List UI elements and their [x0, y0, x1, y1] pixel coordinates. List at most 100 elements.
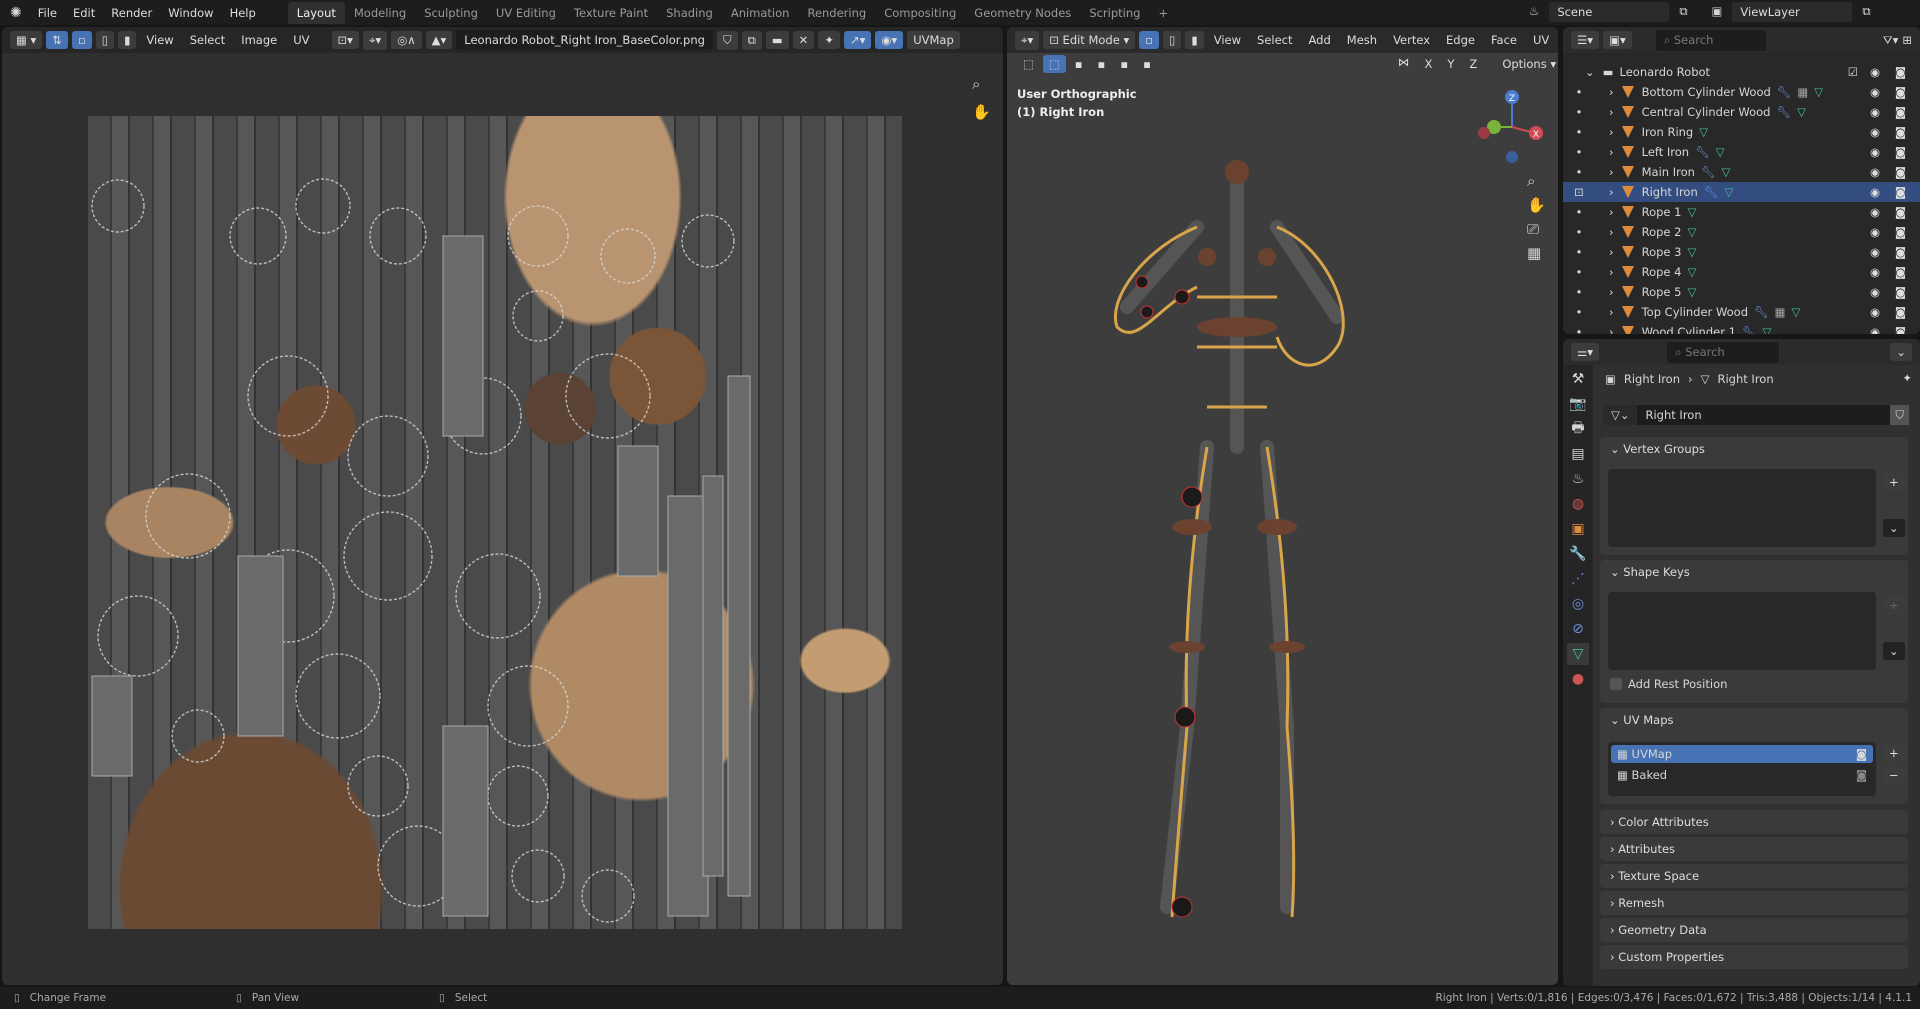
outliner-item[interactable]: • › Rope 4 ▽ ◉ ◙: [1563, 262, 1920, 282]
uv-map-item-uvmap[interactable]: ▦ UVMap ◙: [1611, 745, 1873, 763]
outliner-item[interactable]: • › Rope 1 ▽ ◉ ◙: [1563, 202, 1920, 222]
camera-view-icon[interactable]: ⎚: [1527, 220, 1546, 238]
mirror-x[interactable]: X: [1418, 55, 1439, 73]
scene-field[interactable]: Scene: [1549, 2, 1670, 22]
menu-help[interactable]: Help: [222, 6, 264, 20]
expand-chevron-icon[interactable]: ›: [1609, 325, 1614, 334]
render-camera-icon[interactable]: ◙: [1895, 305, 1906, 319]
visibility-eye-icon[interactable]: ◉: [1870, 185, 1880, 199]
fake-user-icon[interactable]: ⛉: [716, 30, 738, 50]
outliner-item[interactable]: • › Iron Ring ▽ ◉ ◙: [1563, 122, 1920, 142]
expand-chevron-icon[interactable]: ⌄: [1585, 65, 1595, 79]
view-layer-field[interactable]: ViewLayer: [1732, 2, 1853, 22]
panel-header[interactable]: › Remesh: [1600, 891, 1908, 915]
gizmo-z[interactable]: Z: [1509, 94, 1515, 104]
outliner-item-name[interactable]: Wood Cylinder 1: [1642, 325, 1736, 334]
tab-scripting[interactable]: Scripting: [1080, 2, 1149, 24]
properties-options-dropdown[interactable]: ⌄: [1890, 343, 1912, 361]
collapsed-panel-texture-space[interactable]: › Texture Space: [1600, 864, 1908, 888]
modifier-wrench-icon[interactable]: 🔧︎: [1777, 85, 1792, 99]
new-scene-icon[interactable]: ⧉: [1675, 2, 1691, 22]
outliner-item[interactable]: • › Left Iron 🔧︎ ▽ ◉ ◙: [1563, 142, 1920, 162]
mesh-data-icon[interactable]: ▽: [1687, 225, 1696, 239]
render-camera-icon[interactable]: ◙: [1895, 165, 1906, 179]
new-image-icon[interactable]: ⧉: [741, 30, 762, 50]
edge-mode-icon[interactable]: ▯: [1163, 31, 1182, 49]
new-view-layer-icon[interactable]: ⧉: [1858, 2, 1874, 22]
render-camera-icon[interactable]: ◙: [1895, 185, 1906, 199]
dot-icon[interactable]: •: [1569, 105, 1589, 119]
dot-icon[interactable]: •: [1569, 285, 1589, 299]
outliner-item[interactable]: • › Rope 2 ▽ ◉ ◙: [1563, 222, 1920, 242]
dot-icon[interactable]: •: [1569, 305, 1589, 319]
menu-window[interactable]: Window: [160, 6, 221, 20]
outliner-item-name[interactable]: Top Cylinder Wood: [1642, 305, 1748, 319]
menu-file[interactable]: File: [30, 6, 65, 20]
modifier-wrench-icon[interactable]: 🔧︎: [1742, 325, 1757, 334]
dot-icon[interactable]: •: [1569, 245, 1589, 259]
tab-sculpting[interactable]: Sculpting: [415, 2, 487, 24]
outliner-item[interactable]: • › Bottom Cylinder Wood 🔧︎ ▦ ▽ ◉ ◙: [1563, 82, 1920, 102]
output-tab-icon[interactable]: 🖶: [1567, 418, 1589, 440]
mesh-name[interactable]: Right Iron: [1637, 408, 1701, 422]
mesh-datablock-field[interactable]: ▽⌄ Right Iron ⛉: [1603, 405, 1909, 425]
mesh-data-tab-icon[interactable]: ▽: [1567, 643, 1589, 665]
visibility-eye-icon[interactable]: ◉: [1870, 265, 1880, 279]
render-tab-icon[interactable]: 📷: [1567, 393, 1589, 415]
outliner-item[interactable]: • › Wood Cylinder 1 🔧︎ ▽ ◉ ◙: [1563, 322, 1920, 334]
navigation-gizmo[interactable]: Z X: [1472, 87, 1552, 167]
particles-tab-icon[interactable]: ⋰: [1567, 568, 1589, 590]
outliner-item-name[interactable]: Right Iron: [1642, 185, 1698, 199]
collapsed-panel-remesh[interactable]: › Remesh: [1600, 891, 1908, 915]
properties-search[interactable]: ⌕ Search: [1667, 341, 1780, 363]
overlay-icon[interactable]: ◉▾: [875, 31, 904, 49]
editor-type-icon[interactable]: ▦ ▾: [10, 31, 43, 49]
render-camera-icon[interactable]: ◙: [1895, 245, 1906, 259]
visibility-eye-icon[interactable]: ◉: [1870, 205, 1880, 219]
render-camera-icon[interactable]: ◙: [1895, 145, 1906, 159]
open-image-icon[interactable]: ▬: [765, 31, 789, 49]
pin-icon[interactable]: ✦: [818, 31, 840, 49]
vp-menu-edge[interactable]: Edge: [1440, 33, 1481, 47]
vertex-groups-list[interactable]: [1608, 469, 1876, 547]
uv-map-item-baked[interactable]: ▦ Baked ◙: [1611, 766, 1873, 784]
dot-icon[interactable]: •: [1569, 165, 1589, 179]
menu-edit[interactable]: Edit: [65, 6, 103, 20]
visibility-eye-icon[interactable]: ◉: [1870, 245, 1880, 259]
uv-texture-image[interactable]: [88, 116, 902, 929]
uv-maps-list[interactable]: ▦ UVMap ◙ ▦ Baked ◙: [1608, 742, 1876, 796]
visibility-eye-icon[interactable]: ◉: [1870, 165, 1880, 179]
render-camera-icon[interactable]: ◙: [1895, 265, 1906, 279]
render-camera-icon[interactable]: ◙: [1895, 65, 1906, 79]
tab-rendering[interactable]: Rendering: [798, 2, 875, 24]
new-collection-icon[interactable]: ⊞: [1902, 33, 1912, 47]
shape-keys-header[interactable]: ⌄ Shape Keys: [1600, 560, 1908, 584]
hand-pan-icon[interactable]: ✋: [972, 103, 991, 121]
vp-menu-face[interactable]: Face: [1485, 33, 1523, 47]
mesh-data-icon[interactable]: ▽: [1687, 205, 1696, 219]
image-name-field[interactable]: Leonardo Robot_Right Iron_BaseColor.png: [456, 30, 713, 50]
add-rest-position-checkbox[interactable]: [1610, 678, 1622, 690]
pivot-icon[interactable]: ⊡▾: [331, 31, 359, 49]
panel-header[interactable]: › Geometry Data: [1600, 918, 1908, 942]
pin-properties-icon[interactable]: ✦: [1902, 371, 1912, 385]
mesh-data-icon[interactable]: ▽: [1724, 185, 1733, 199]
uv-menu-view[interactable]: View: [140, 33, 179, 47]
expand-chevron-icon[interactable]: ›: [1609, 225, 1614, 239]
tab-uv-editing[interactable]: UV Editing: [487, 2, 565, 24]
dot-icon[interactable]: •: [1569, 125, 1589, 139]
outliner-item-name[interactable]: Rope 5: [1642, 285, 1682, 299]
remove-uv-map-button[interactable]: −: [1883, 766, 1905, 784]
face-mode-icon[interactable]: ▮: [1185, 31, 1204, 49]
render-camera-icon[interactable]: ◙: [1895, 125, 1906, 139]
zoom-icon[interactable]: ⌕: [972, 75, 980, 93]
add-vertex-group-button[interactable]: +: [1883, 473, 1905, 491]
image-browse-icon[interactable]: ▲▾: [425, 31, 453, 49]
scene-icon[interactable]: ♨: [1525, 2, 1543, 22]
mirror-z[interactable]: Z: [1463, 55, 1484, 73]
face-select-icon[interactable]: ▮: [118, 31, 137, 49]
visibility-eye-icon[interactable]: ◉: [1870, 125, 1880, 139]
mesh-data-icon[interactable]: ▽: [1814, 85, 1823, 99]
outliner-item[interactable]: • › Top Cylinder Wood 🔧︎ ▦ ▽ ◉ ◙: [1563, 302, 1920, 322]
view-layer-icon[interactable]: ▣: [1708, 2, 1727, 22]
